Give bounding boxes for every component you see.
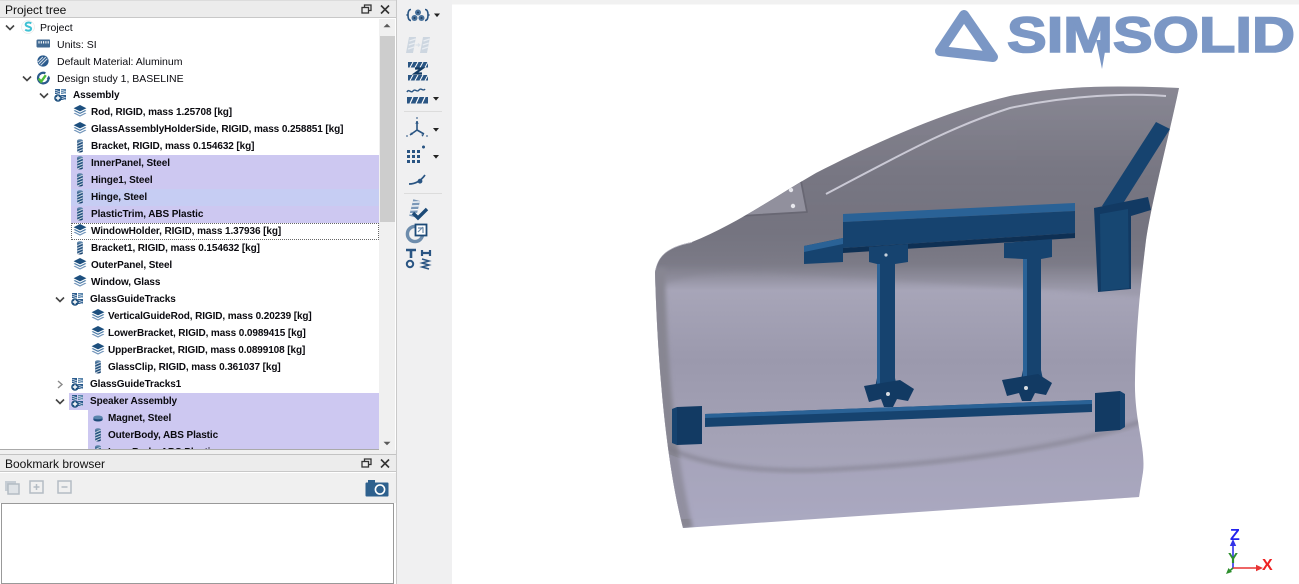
svg-text:Y: Y (1228, 550, 1238, 567)
svg-text:SIMSOLID: SIMSOLID (1007, 7, 1295, 63)
svg-text:X: X (1262, 557, 1273, 574)
svg-text:Z: Z (1230, 527, 1240, 544)
